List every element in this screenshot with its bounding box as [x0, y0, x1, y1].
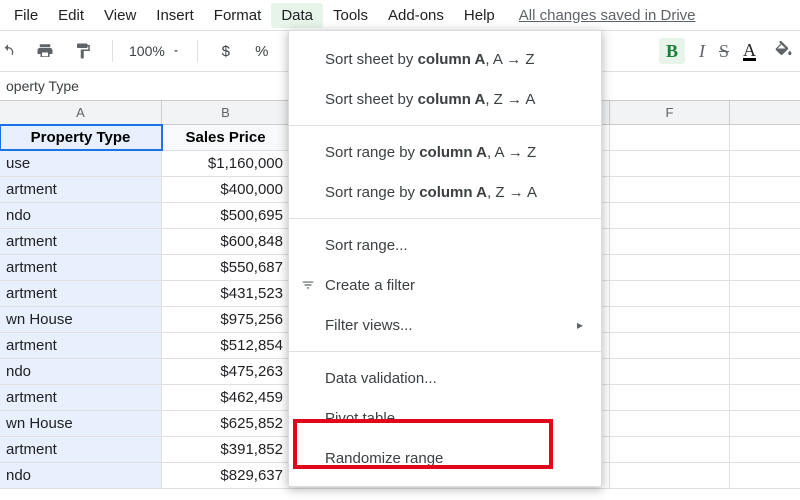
cell[interactable]: wn House — [0, 307, 162, 332]
cell[interactable] — [610, 229, 730, 254]
currency-format-button[interactable]: $ — [214, 37, 238, 65]
cell[interactable] — [610, 151, 730, 176]
menubar: File Edit View Insert Format Data Tools … — [0, 0, 800, 30]
cell[interactable]: $512,854 — [162, 333, 290, 358]
cell[interactable]: ndo — [0, 463, 162, 488]
menu-file[interactable]: File — [4, 3, 48, 28]
cell[interactable] — [610, 203, 730, 228]
cell[interactable]: $600,848 — [162, 229, 290, 254]
percent-format-button[interactable]: % — [250, 37, 274, 65]
menu-insert[interactable]: Insert — [146, 3, 204, 28]
menu-item-sort-range[interactable]: Sort range... — [289, 225, 601, 265]
cell[interactable] — [610, 255, 730, 280]
cell[interactable]: $391,852 — [162, 437, 290, 462]
menu-addons[interactable]: Add-ons — [378, 3, 454, 28]
print-icon[interactable] — [32, 37, 58, 65]
cell[interactable] — [610, 411, 730, 436]
filter-icon — [299, 276, 317, 294]
menu-item-sort-sheet-az[interactable]: Sort sheet by column A, A → Z — [289, 39, 601, 79]
cell[interactable]: artment — [0, 255, 162, 280]
cell[interactable]: artment — [0, 385, 162, 410]
col-header-B[interactable]: B — [162, 101, 290, 124]
cell[interactable]: $500,695 — [162, 203, 290, 228]
cell[interactable] — [610, 359, 730, 384]
col-header-F[interactable]: F — [610, 101, 730, 124]
cell[interactable]: artment — [0, 437, 162, 462]
cell[interactable] — [610, 463, 730, 488]
text-color-button[interactable]: A — [743, 42, 756, 61]
menu-item-create-filter[interactable]: Create a filter — [289, 265, 601, 305]
cell[interactable]: artment — [0, 177, 162, 202]
cell[interactable]: $829,637 — [162, 463, 290, 488]
menu-view[interactable]: View — [94, 3, 146, 28]
cell[interactable] — [610, 177, 730, 202]
menu-item-sort-sheet-za[interactable]: Sort sheet by column A, Z → A — [289, 79, 601, 119]
cell[interactable] — [610, 385, 730, 410]
cell[interactable] — [610, 125, 730, 150]
menu-item-sort-range-az[interactable]: Sort range by column A, A → Z — [289, 132, 601, 172]
chevron-down-icon — [171, 46, 181, 56]
cell[interactable] — [610, 437, 730, 462]
menu-item-sort-range-za[interactable]: Sort range by column A, Z → A — [289, 172, 601, 212]
paint-format-icon[interactable] — [70, 37, 96, 65]
undo-icon[interactable] — [0, 37, 20, 65]
menu-item-randomize-range[interactable]: Randomize range — [289, 438, 601, 478]
cell[interactable]: $400,000 — [162, 177, 290, 202]
menu-item-data-validation[interactable]: Data validation... — [289, 358, 601, 398]
drive-save-status[interactable]: All changes saved in Drive — [519, 7, 696, 24]
cell[interactable]: artment — [0, 281, 162, 306]
submenu-arrow-icon: ▸ — [577, 318, 583, 332]
col-header-A[interactable]: A — [0, 101, 162, 124]
menu-format[interactable]: Format — [204, 3, 272, 28]
fill-color-button[interactable] — [770, 37, 798, 65]
menu-help[interactable]: Help — [454, 3, 505, 28]
cell[interactable]: Property Type — [0, 125, 162, 150]
cell[interactable]: artment — [0, 229, 162, 254]
cell[interactable]: $475,263 — [162, 359, 290, 384]
menu-edit[interactable]: Edit — [48, 3, 94, 28]
cell[interactable]: $550,687 — [162, 255, 290, 280]
cell[interactable] — [610, 281, 730, 306]
menu-tools[interactable]: Tools — [323, 3, 378, 28]
cell[interactable]: use — [0, 151, 162, 176]
cell[interactable]: wn House — [0, 411, 162, 436]
zoom-value: 100% — [129, 43, 165, 59]
strikethrough-button[interactable]: S — [719, 41, 729, 62]
zoom-select[interactable]: 100% — [129, 43, 181, 59]
cell[interactable] — [610, 307, 730, 332]
cell[interactable]: ndo — [0, 359, 162, 384]
cell[interactable]: ndo — [0, 203, 162, 228]
cell[interactable]: Sales Price — [162, 125, 290, 150]
cell[interactable]: $462,459 — [162, 385, 290, 410]
cell[interactable] — [610, 333, 730, 358]
cell[interactable]: artment — [0, 333, 162, 358]
formula-bar-value: operty Type — [6, 78, 79, 94]
bold-button[interactable]: B — [659, 38, 685, 64]
cell[interactable]: $975,256 — [162, 307, 290, 332]
cell[interactable]: $431,523 — [162, 281, 290, 306]
menu-data[interactable]: Data — [271, 3, 323, 28]
cell[interactable]: $1,160,000 — [162, 151, 290, 176]
menu-item-pivot-table[interactable]: Pivot table... — [289, 398, 601, 438]
menu-item-filter-views[interactable]: Filter views... ▸ — [289, 305, 601, 345]
data-menu-dropdown: Sort sheet by column A, A → Z Sort sheet… — [288, 30, 602, 487]
cell[interactable]: $625,852 — [162, 411, 290, 436]
italic-button[interactable]: I — [699, 41, 705, 62]
